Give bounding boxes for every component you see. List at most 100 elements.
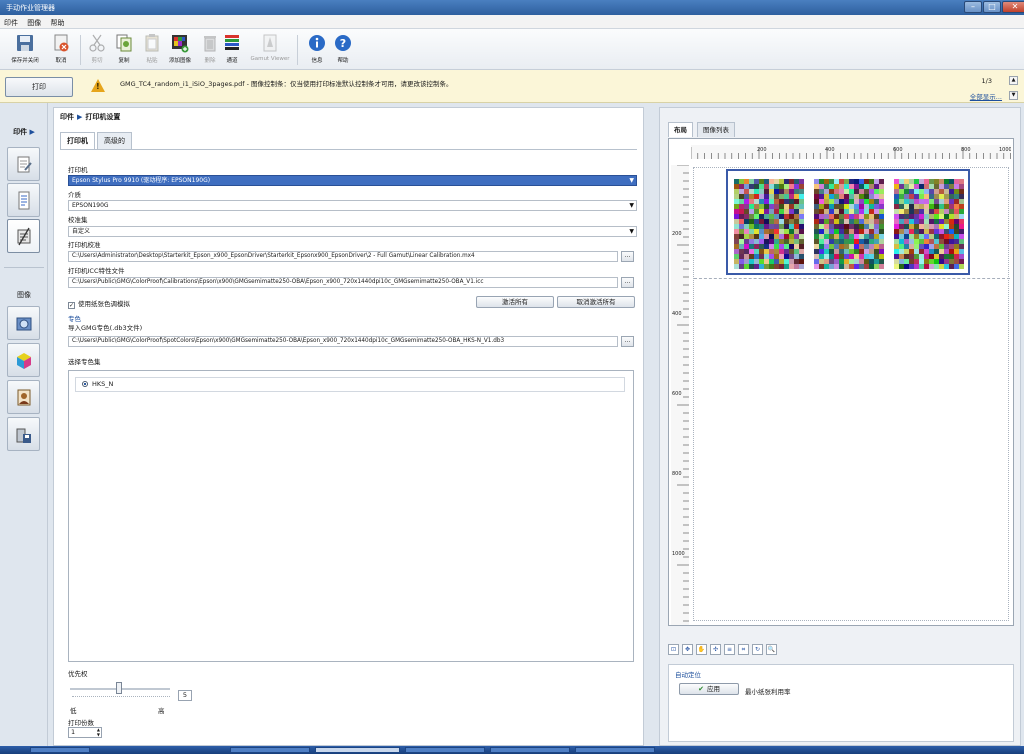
paper-tint-simulation-label: 使用纸张色调模拟: [78, 300, 130, 308]
nav-printer-settings-button[interactable]: [7, 219, 40, 253]
spot-set-list: HKS_N: [68, 370, 634, 662]
color-chart-page-1[interactable]: [734, 179, 804, 269]
icc-profile-browse-button[interactable]: …: [621, 277, 634, 288]
nav-color-settings-button[interactable]: [7, 343, 40, 377]
priority-slider-thumb[interactable]: [116, 682, 122, 694]
auto-layout-title: 自动定位: [675, 671, 701, 679]
nav-image-settings-button[interactable]: [7, 306, 40, 340]
channels-button[interactable]: 通道: [215, 33, 249, 69]
cut-line: [694, 278, 1010, 279]
taskbar-item[interactable]: [490, 747, 570, 753]
document-edit-icon: [16, 155, 32, 174]
move-icon[interactable]: ✥: [682, 644, 693, 655]
cancel-button[interactable]: 取消: [44, 33, 78, 69]
notification-bar: 打印 GMG_TC4_random_i1_iSiO_3pages.pdf - 图…: [0, 70, 1024, 103]
nav-image-info-button[interactable]: [7, 380, 40, 414]
menu-help[interactable]: 帮助: [46, 15, 67, 28]
tab-printer[interactable]: 打印机: [60, 132, 95, 150]
media-select-value: EPSON190G: [72, 202, 109, 209]
menu-print-job[interactable]: 印件: [0, 15, 21, 28]
zoom-icon[interactable]: 🔍: [766, 644, 777, 655]
gamut-viewer-button[interactable]: Gamut Viewer: [250, 33, 290, 69]
hand-icon[interactable]: ✋: [696, 644, 707, 655]
menu-image[interactable]: 图像: [23, 15, 44, 28]
list-item[interactable]: HKS_N: [75, 377, 625, 392]
taskbar-item[interactable]: [230, 747, 310, 753]
add-image-button[interactable]: 添加图像: [163, 33, 197, 69]
copies-spinner[interactable]: 1 ▲ ▼: [68, 727, 102, 738]
paper-sheet: [693, 167, 1010, 621]
show-all-link[interactable]: 全部显示...: [970, 91, 1002, 101]
horizontal-ruler: 200 400 600 800 1000: [691, 145, 1011, 159]
tab-divider: [60, 149, 637, 150]
deactivate-all-button[interactable]: 取消激活所有: [557, 296, 635, 308]
rotate-icon[interactable]: ↻: [752, 644, 763, 655]
scroll-up-icon[interactable]: ▲: [1009, 76, 1018, 85]
priority-slider-ticks: [72, 696, 170, 699]
activate-all-button[interactable]: 激活所有: [476, 296, 554, 308]
ruler-label: 600: [672, 391, 682, 397]
apply-button[interactable]: ✔ 应用: [679, 683, 739, 695]
maximize-button[interactable]: □: [983, 1, 1001, 13]
color-chart-page-2[interactable]: [814, 179, 884, 269]
align-icon[interactable]: ≡: [724, 644, 735, 655]
breadcrumb-root[interactable]: 印件: [60, 113, 74, 121]
layout-tools: ⊡ ✥ ✋ ✣ ≡ ⌗ ↻ 🔍: [668, 644, 780, 658]
priority-label: 优先权: [68, 670, 88, 678]
printer-calibration-path[interactable]: C:\Users\Administrator\Desktop\Starterki…: [68, 251, 618, 262]
media-select[interactable]: EPSON190G ▼: [68, 200, 637, 211]
nav-image-export-button[interactable]: [7, 417, 40, 451]
print-button[interactable]: 打印: [5, 77, 73, 97]
minimize-button[interactable]: –: [964, 1, 982, 13]
tab-image-list[interactable]: 图像列表: [697, 122, 735, 137]
arrange-icon[interactable]: ✣: [710, 644, 721, 655]
printer-label: 打印机: [68, 166, 88, 174]
taskbar: [0, 746, 1024, 754]
printer-icon: [16, 227, 32, 246]
ruler-label: 400: [825, 147, 835, 153]
ruler-label: 200: [757, 147, 767, 153]
nav-page-settings-button[interactable]: [7, 183, 40, 217]
tab-layout[interactable]: 布局: [668, 122, 693, 137]
toolbar: 保存并关闭 取消 剪切 复制 粘贴 添加图像 删除 通道 Gamut Viewe…: [0, 29, 1024, 70]
tab-advanced[interactable]: 高级的: [97, 132, 132, 150]
auto-layout-mode: 最小纸张利用率: [745, 688, 791, 696]
taskbar-item[interactable]: [30, 747, 90, 753]
apply-label: 应用: [706, 685, 720, 693]
layout-panel: 布局 图像列表 200 400 600 800 1000 200 400 600…: [659, 107, 1021, 746]
spinner-arrows-icon[interactable]: ▲ ▼: [97, 727, 100, 737]
color-chart-page-3[interactable]: [894, 179, 964, 269]
menu-bar: 印件 图像 帮助: [0, 15, 1024, 29]
printer-select[interactable]: Epson Stylus Pro 9910 (驱动程序: EPSON190G) ▼: [68, 175, 637, 186]
print-layout-area[interactable]: [726, 169, 970, 275]
printer-settings-panel: 印件 ▶ 打印机设置 打印机 高级的 打印机 Epson Stylus Pro 991…: [53, 107, 644, 746]
taskbar-item[interactable]: [575, 747, 655, 753]
settings-tabs: 打印机 高级的: [60, 132, 134, 150]
notification-page-counter: 1/3: [981, 77, 992, 85]
fit-page-icon[interactable]: ⊡: [668, 644, 679, 655]
ruler-label: 1000: [672, 551, 685, 557]
spot-color-browse-button[interactable]: …: [621, 336, 634, 347]
nav-section-print-job: 印件 ▶: [13, 128, 35, 136]
image-settings-icon: [16, 314, 32, 333]
scroll-down-icon[interactable]: ▼: [1009, 91, 1018, 100]
help-button[interactable]: ? 帮助: [326, 33, 360, 69]
printer-select-value: Epson Stylus Pro 9910 (驱动程序: EPSON190G): [72, 177, 211, 184]
notification-message: GMG_TC4_random_i1_iSiO_3pages.pdf - 图像控制…: [120, 80, 453, 88]
close-button[interactable]: ✕: [1002, 1, 1024, 13]
spot-set-name: HKS_N: [92, 380, 114, 388]
nav-job-settings-button[interactable]: [7, 147, 40, 181]
paper-tint-simulation-checkbox[interactable]: ✓ 使用纸张色调模拟: [68, 298, 130, 309]
calibration-set-select[interactable]: 自定义 ▼: [68, 226, 637, 237]
layout-canvas[interactable]: 200 400 600 800 1000 200 400 600 800 100…: [668, 138, 1014, 626]
save-and-close-button[interactable]: 保存并关闭: [8, 33, 42, 69]
priority-high-label: 高: [158, 707, 165, 715]
spot-color-db-path[interactable]: C:\Users\Public\GMG\ColorProof\SpotColor…: [68, 336, 618, 347]
taskbar-item[interactable]: [315, 747, 400, 753]
printer-calibration-browse-button[interactable]: …: [621, 251, 634, 262]
breadcrumb-current: 打印机设置: [85, 113, 121, 121]
taskbar-item[interactable]: [405, 747, 485, 753]
checkbox-checked-icon: ✓: [68, 302, 75, 309]
icc-profile-path[interactable]: C:\Users\Public\GMG\ColorProof\Calibrati…: [68, 277, 618, 288]
crop-icon[interactable]: ⌗: [738, 644, 749, 655]
